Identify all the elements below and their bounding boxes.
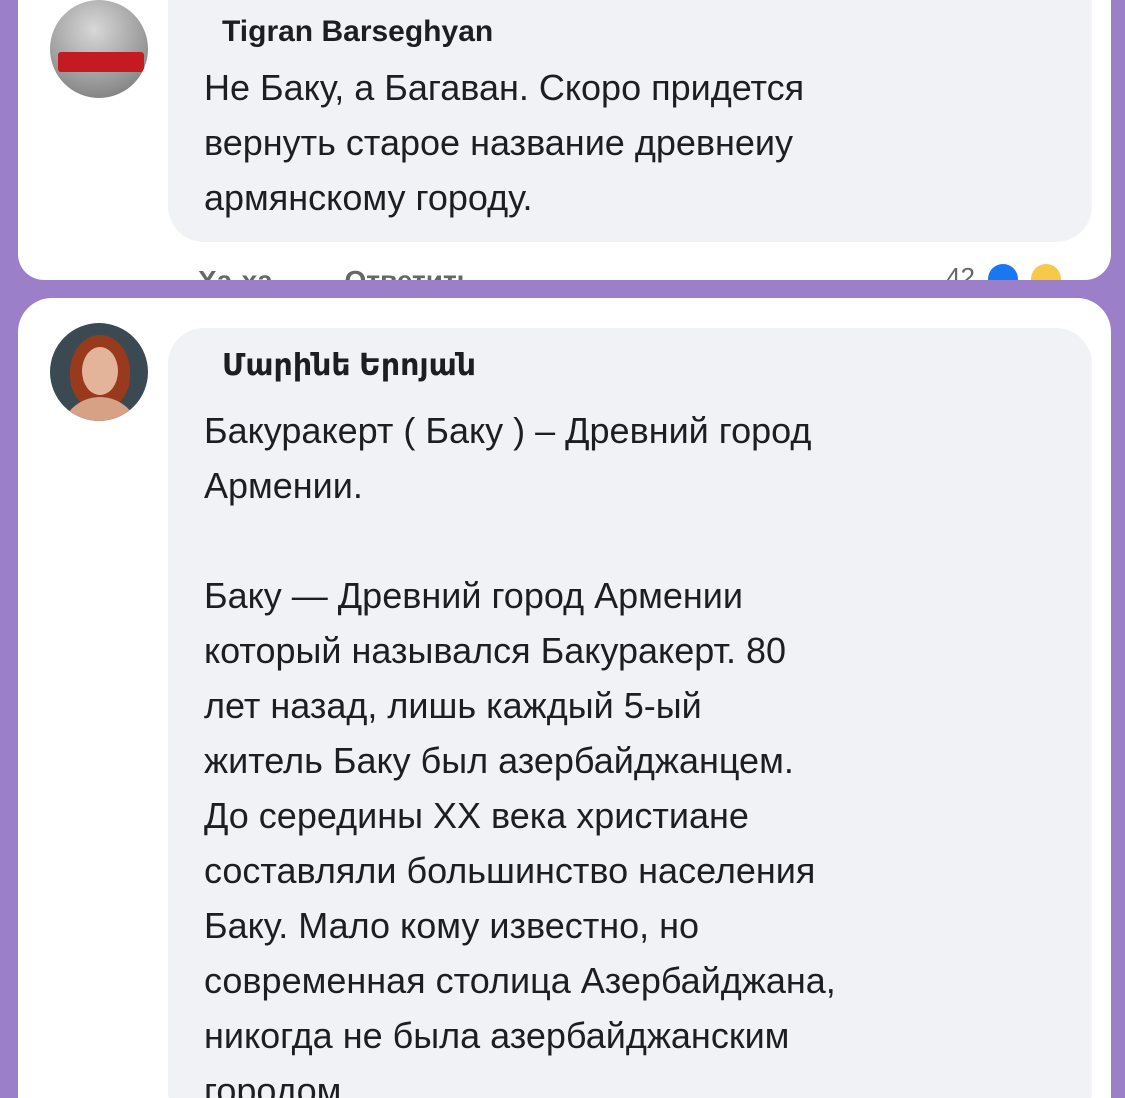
avatar[interactable] — [50, 323, 148, 421]
comment-text: Бакуракерт ( Баку ) – Древний город Арме… — [204, 410, 836, 1098]
like-reaction-icon — [988, 264, 1019, 280]
reaction-summary[interactable]: 42 — [946, 262, 1062, 280]
avatar-face — [82, 347, 118, 395]
haha-reaction-icon — [1031, 264, 1062, 280]
comment-text: Не Баку, а Багаван. Скоро придется верну… — [204, 67, 805, 218]
comment-bubble-2: Մարինե Երոյան Бакуракерт ( Баку ) – Древ… — [168, 328, 1092, 1098]
comment-actions: Ха-ха Ответить — [198, 265, 538, 280]
avatar[interactable] — [50, 0, 148, 98]
comment-author[interactable]: Մարինե Երոյան — [222, 348, 476, 383]
reply-link[interactable]: Ответить — [345, 265, 474, 280]
reaction-link-haha[interactable]: Ха-ха — [198, 265, 273, 280]
comment-author[interactable]: Tigran Barseghyan — [222, 15, 493, 49]
comment-card-1: Tigran Barseghyan Не Баку, а Багаван. Ск… — [18, 0, 1111, 280]
reaction-count: 42 — [946, 262, 975, 280]
avatar-shirt — [60, 397, 140, 421]
comment-card-2: Մարինե Երոյան Бакуракерт ( Баку ) – Древ… — [18, 298, 1111, 1098]
comment-bubble-1: Tigran Barseghyan Не Баку, а Багаван. Ск… — [168, 0, 1092, 242]
avatar-banner — [58, 52, 144, 72]
